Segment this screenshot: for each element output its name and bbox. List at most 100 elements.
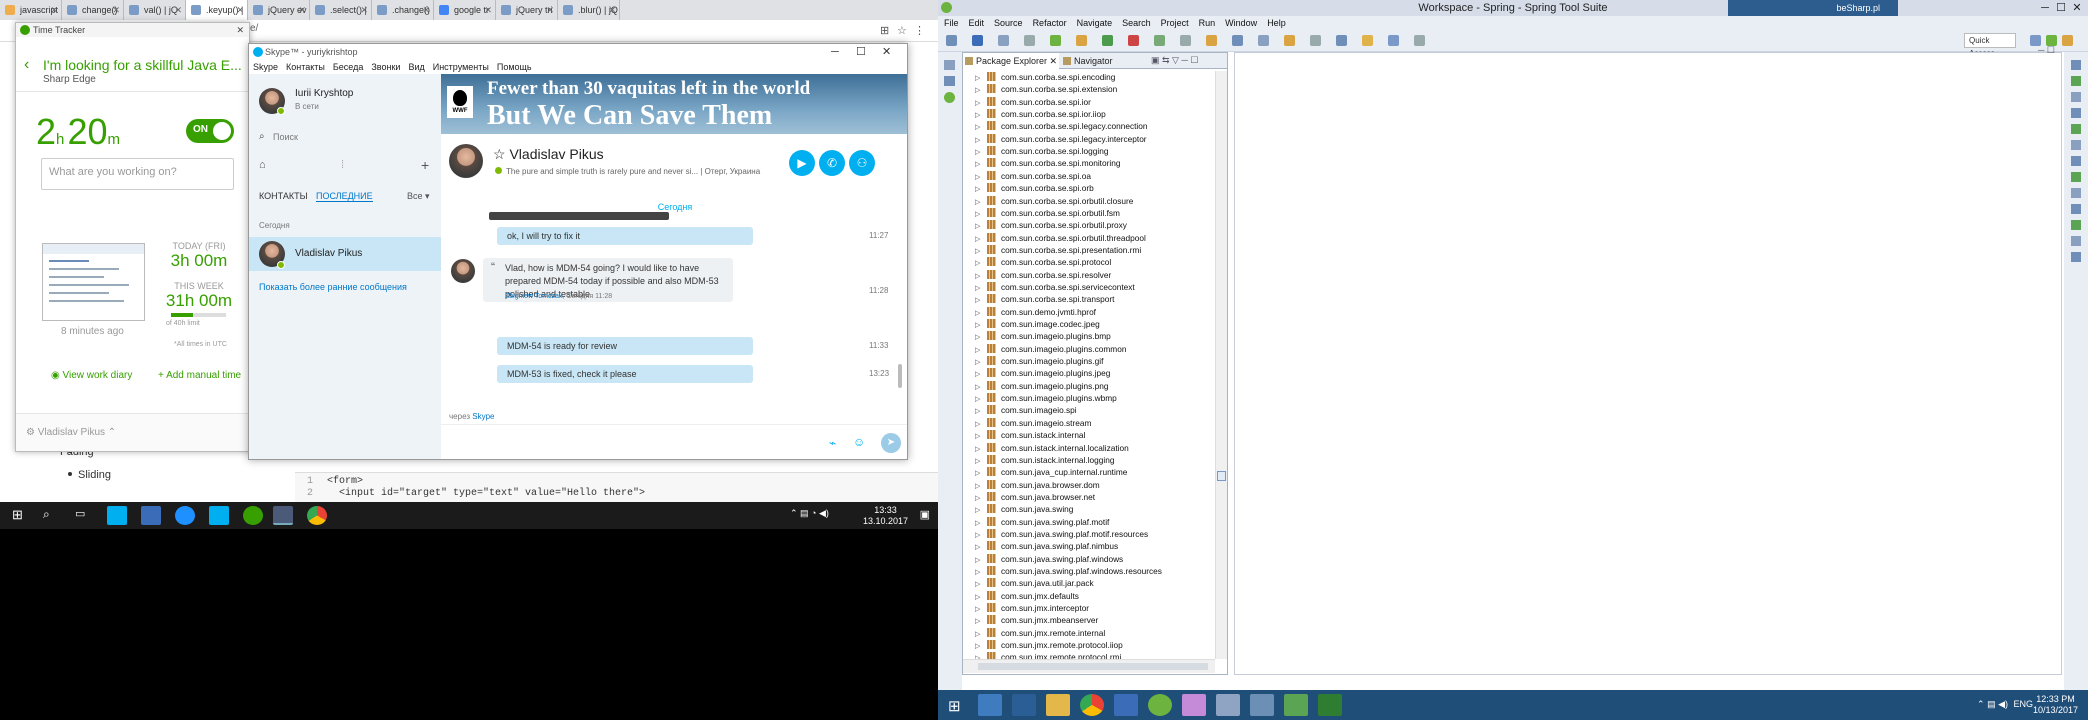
menu-item[interactable]: Вид <box>408 60 424 74</box>
tree-item[interactable]: ▷ com.sun.istack.internal.localization <box>975 442 1129 454</box>
tree-item[interactable]: ▷ com.sun.image.codec.jpeg <box>975 318 1100 330</box>
menu-item-refactor[interactable]: Refactor <box>1033 16 1067 30</box>
skype-business-taskbar-icon[interactable] <box>209 506 229 525</box>
maximize-icon[interactable]: ☐ <box>856 44 866 60</box>
toolbar-button-icon[interactable] <box>1050 35 1061 46</box>
show-older-messages-link[interactable]: Показать более ранние сообщения <box>259 282 407 292</box>
add-people-button[interactable]: ⚇ <box>849 150 875 176</box>
tree-item[interactable]: ▷ com.sun.corba.se.spi.monitoring <box>975 157 1120 169</box>
tab-contacts[interactable]: КОНТАКТЫ <box>259 191 308 201</box>
tree-item[interactable]: ▷ com.sun.java.browser.dom <box>975 479 1100 491</box>
back-arrow-icon[interactable]: ‹ <box>24 56 29 74</box>
toolbar-button-icon[interactable] <box>1362 35 1373 46</box>
close-tab-icon[interactable]: ✕ <box>298 0 306 20</box>
app-taskbar-icon[interactable] <box>175 506 195 525</box>
tree-item[interactable]: ▷ com.sun.imageio.plugins.wbmp <box>975 392 1117 404</box>
tab-package-explorer[interactable]: Package Explorer ✕ <box>963 53 1059 69</box>
view-icon[interactable] <box>2071 124 2081 134</box>
tree-item[interactable]: ▷ com.sun.corba.se.spi.protocol <box>975 256 1111 268</box>
search-icon[interactable]: ⌕ <box>43 507 50 522</box>
toolbar-button-icon[interactable] <box>946 35 957 46</box>
windows-start-icon[interactable]: ⊞ <box>948 697 961 715</box>
save-taskbar-icon[interactable] <box>141 506 161 525</box>
toolbar-button-icon[interactable] <box>1154 35 1165 46</box>
ad-banner[interactable]: WWF Fewer than 30 vaquitas left in the w… <box>441 74 907 134</box>
toolbar-button-icon[interactable] <box>1076 35 1087 46</box>
browser-tab[interactable]: change() ✕ <box>62 0 124 20</box>
tree-item[interactable]: ▷ com.sun.corba.se.spi.orbutil.fsm <box>975 207 1120 219</box>
tree-item[interactable]: ▷ com.sun.corba.se.spi.orbutil.closure <box>975 195 1133 207</box>
quick-access-input[interactable]: Quick Access <box>1964 33 2016 58</box>
menu-item-source[interactable]: Source <box>994 16 1023 30</box>
app-taskbar-icon[interactable] <box>1250 694 1274 716</box>
remote-desktop-taskbar-icon[interactable] <box>273 506 293 525</box>
tree-item[interactable]: ▷ com.sun.java.swing.plaf.windows <box>975 553 1123 565</box>
tree-item[interactable]: ▷ com.sun.corba.se.spi.transport <box>975 293 1114 305</box>
toolbar-button-icon[interactable] <box>1180 35 1191 46</box>
skype-taskbar-icon[interactable] <box>107 506 127 525</box>
editor-minmax-icons[interactable]: ─ ☐ <box>2038 45 2055 56</box>
server-manager-taskbar-icon[interactable] <box>978 694 1002 716</box>
close-tab-icon[interactable]: ✕ <box>112 0 120 20</box>
toolbar-button-icon[interactable] <box>1128 35 1139 46</box>
notifications-icon[interactable]: ▣ <box>920 508 930 521</box>
tree-item[interactable]: ▷ com.sun.jmx.remote.protocol.rmi <box>975 651 1121 659</box>
tree-item[interactable]: ▷ com.sun.corba.se.spi.servicecontext <box>975 281 1135 293</box>
toolbar-button-icon[interactable] <box>998 35 1009 46</box>
close-tab-icon[interactable]: ✕ <box>236 0 244 20</box>
language-indicator[interactable]: ENG <box>2013 699 2033 709</box>
tracking-toggle[interactable]: ON <box>186 119 234 143</box>
home-icon[interactable]: ⌂ <box>259 159 266 171</box>
favorite-star-icon[interactable]: ☆ <box>493 146 509 162</box>
tree-item[interactable]: ▷ com.sun.imageio.spi <box>975 404 1077 416</box>
tree-item[interactable]: ▷ com.sun.imageio.plugins.common <box>975 343 1126 355</box>
tree-item[interactable]: ▷ com.sun.corba.se.spi.resolver <box>975 269 1111 281</box>
browser-tab[interactable]: google tr ✕ <box>434 0 496 20</box>
browser-tab[interactable]: val() | jQ ✕ <box>124 0 186 20</box>
horizontal-scrollbar[interactable] <box>963 659 1215 673</box>
toolbar-button-icon[interactable] <box>1206 35 1217 46</box>
user-status[interactable]: В сети <box>295 102 319 111</box>
voice-call-button[interactable]: ✆ <box>819 150 845 176</box>
tree-item[interactable]: ▷ com.sun.istack.internal <box>975 429 1085 441</box>
tree-item[interactable]: ▷ com.sun.corba.se.spi.encoding <box>975 71 1115 83</box>
tree-item[interactable]: ▷ com.sun.imageio.plugins.jpeg <box>975 367 1110 379</box>
emoticon-icon[interactable]: ☺ <box>853 435 865 449</box>
add-manual-time-link[interactable]: + Add manual time <box>158 370 241 381</box>
tree-item[interactable]: ▷ com.sun.java.swing.plaf.motif <box>975 516 1109 528</box>
perspective-icon[interactable] <box>2062 35 2073 46</box>
notepad-taskbar-icon[interactable] <box>1284 694 1308 716</box>
tree-item[interactable]: ▷ com.sun.istack.internal.logging <box>975 454 1114 466</box>
view-icon[interactable] <box>2071 140 2081 150</box>
calculator-taskbar-icon[interactable] <box>1318 694 1342 716</box>
tab-navigator[interactable]: Navigator <box>1061 53 1141 69</box>
view-icon[interactable] <box>2071 108 2081 118</box>
scrollbar[interactable] <box>898 364 902 388</box>
job-title[interactable]: I'm looking for a skillful Java E... <box>43 57 248 73</box>
browser-tab[interactable]: .keyup() | ✕ <box>186 0 248 20</box>
spring-dashboard-icon[interactable] <box>944 92 955 103</box>
tree-item[interactable]: ▷ com.sun.corba.se.spi.orbutil.proxy <box>975 219 1127 231</box>
tree-item[interactable]: ▷ com.sun.jmx.interceptor <box>975 602 1089 614</box>
minimize-icon[interactable]: ─ <box>831 44 839 60</box>
address-bar[interactable]: e/ <box>250 23 258 34</box>
close-tab-icon[interactable]: ✕ <box>608 0 616 20</box>
tree-item[interactable]: ▷ com.sun.imageio.plugins.gif <box>975 355 1103 367</box>
tree-item[interactable]: ▷ com.sun.corba.se.spi.logging <box>975 145 1108 157</box>
upwork-taskbar-icon[interactable] <box>243 506 263 525</box>
menu-item-file[interactable]: File <box>944 16 959 30</box>
menu-icon[interactable]: ⋮ <box>914 24 925 37</box>
menu-item-run[interactable]: Run <box>1199 16 1216 30</box>
view-icon[interactable] <box>2071 156 2081 166</box>
view-icon[interactable] <box>2071 76 2081 86</box>
menu-item[interactable]: Беседа <box>333 60 363 74</box>
view-icon[interactable] <box>2071 60 2081 70</box>
view-toolbar-icons[interactable]: ▣ ⇆ ▽ ─ ☐ <box>1151 55 1198 66</box>
translate-icon[interactable]: ⊞ <box>880 24 889 37</box>
tree-item[interactable]: ▷ com.sun.java.swing.plaf.nimbus <box>975 540 1118 552</box>
view-icon[interactable] <box>2071 220 2081 230</box>
tree-item[interactable]: ▷ com.sun.corba.se.spi.orb <box>975 182 1094 194</box>
chrome-taskbar-icon[interactable] <box>1080 694 1104 716</box>
tree-item[interactable]: ▷ com.sun.corba.se.spi.presentation.rmi <box>975 244 1141 256</box>
tree-item[interactable]: ▷ com.sun.jmx.mbeanserver <box>975 614 1098 626</box>
